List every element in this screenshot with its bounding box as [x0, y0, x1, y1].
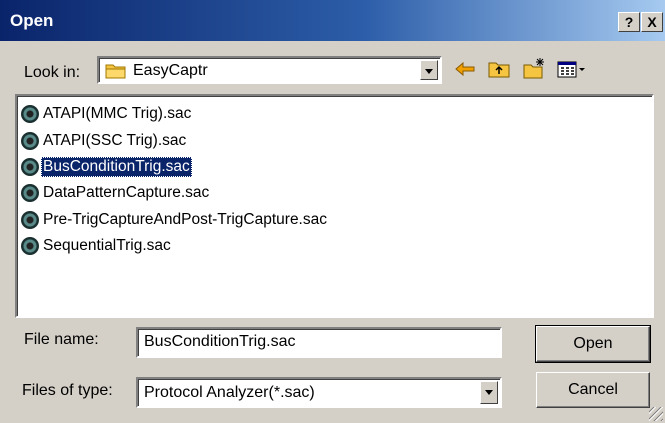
title-bar[interactable]: Open ? X: [0, 0, 665, 41]
list-item[interactable]: DataPatternCapture.sac: [21, 181, 211, 205]
create-new-folder-icon[interactable]: [522, 57, 546, 81]
look-in-value: EasyCaptr: [133, 62, 208, 79]
file-name: ATAPI(SSC Trig).sac: [43, 132, 187, 149]
sac-file-icon: [21, 158, 39, 176]
file-name: DataPatternCapture.sac: [43, 184, 210, 201]
file-name: Pre-TrigCaptureAndPost-TrigCapture.sac: [43, 211, 327, 228]
list-item[interactable]: Pre-TrigCaptureAndPost-TrigCapture.sac: [21, 208, 329, 232]
up-one-level-icon[interactable]: [487, 57, 511, 81]
file-name-label: File name:: [24, 331, 99, 348]
list-item[interactable]: SequentialTrig.sac: [21, 234, 173, 258]
cancel-button[interactable]: Cancel: [536, 372, 650, 408]
file-type-label: Files of type:: [22, 382, 113, 399]
list-item[interactable]: ATAPI(MMC Trig).sac: [21, 102, 193, 126]
look-in-dropdown-button[interactable]: [420, 60, 438, 80]
file-name: BusConditionTrig.sac: [41, 157, 192, 177]
list-item[interactable]: ATAPI(SSC Trig).sac: [21, 129, 188, 153]
view-menu-icon[interactable]: [556, 57, 588, 81]
dialog-title: Open: [10, 11, 54, 30]
file-name: SequentialTrig.sac: [43, 237, 171, 254]
help-button[interactable]: ?: [618, 12, 640, 32]
sac-file-icon: [21, 184, 39, 202]
close-button[interactable]: X: [641, 12, 663, 32]
look-in-combo[interactable]: EasyCaptr: [97, 56, 442, 84]
list-item-selected[interactable]: BusConditionTrig.sac: [21, 155, 192, 179]
open-button[interactable]: Open: [535, 325, 651, 363]
look-in-label: Look in:: [24, 64, 81, 81]
resize-grip-icon[interactable]: [649, 407, 663, 421]
back-arrow-icon[interactable]: [453, 57, 477, 81]
folder-icon: [105, 62, 127, 84]
sac-file-icon: [21, 237, 39, 255]
file-list[interactable]: ATAPI(MMC Trig).sac ATAPI(SSC Trig).sac …: [15, 94, 654, 318]
sac-file-icon: [21, 105, 39, 123]
sac-file-icon: [21, 211, 39, 229]
open-dialog: Open ? X Look in: EasyCaptr ATAPI(MMC Tr…: [0, 0, 665, 423]
file-type-dropdown-button[interactable]: [480, 381, 498, 404]
file-name: ATAPI(MMC Trig).sac: [43, 105, 192, 122]
file-name-input[interactable]: BusConditionTrig.sac: [136, 327, 502, 358]
sac-file-icon: [21, 132, 39, 150]
file-type-value: Protocol Analyzer(*.sac): [144, 384, 315, 401]
file-type-combo[interactable]: Protocol Analyzer(*.sac): [136, 377, 502, 408]
